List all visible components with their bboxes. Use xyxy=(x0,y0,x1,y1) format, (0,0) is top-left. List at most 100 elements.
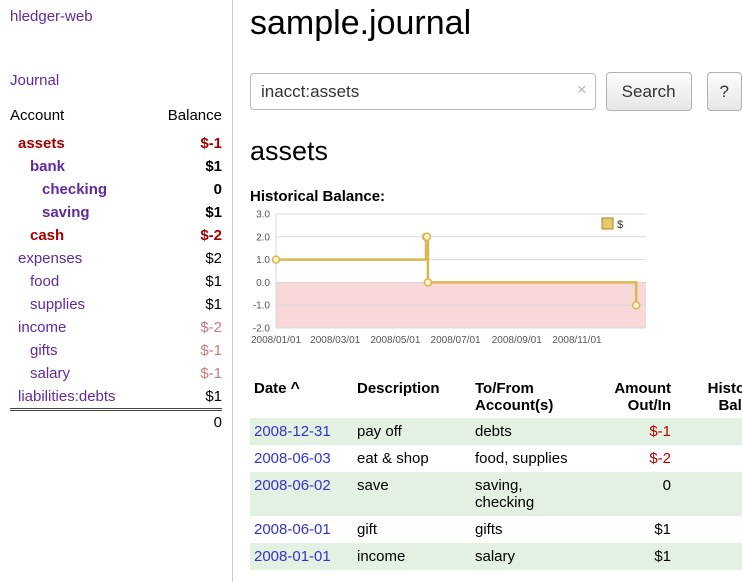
account-row: liabilities:debts$1 xyxy=(10,385,222,410)
transaction-description: income xyxy=(353,543,471,570)
transaction-date-link[interactable]: 2008-06-03 xyxy=(254,450,331,467)
chart-xtick-label: 2008/09/01 xyxy=(492,335,542,346)
chart-ytick-label: 2.0 xyxy=(256,232,270,243)
chart-ytick-label: 0.0 xyxy=(256,278,270,289)
register-table: Date^ Description To/From Account(s) Amo… xyxy=(250,376,742,570)
account-link[interactable]: checking xyxy=(42,181,107,198)
chart-ytick-label: -1.0 xyxy=(253,301,271,312)
transaction-date-link[interactable]: 2008-06-02 xyxy=(254,477,331,494)
account-row: supplies $1 xyxy=(10,293,222,316)
header-balance: Historical Balance xyxy=(675,376,742,418)
transaction-amount: $1 xyxy=(587,516,675,543)
accounts-total-value: 0 xyxy=(150,410,222,435)
chart-point-marker xyxy=(273,256,280,263)
transaction-accounts: gifts xyxy=(471,516,587,543)
account-link[interactable]: bank xyxy=(30,158,65,175)
account-balance: 0 xyxy=(150,178,222,201)
section-title: assets xyxy=(250,136,742,167)
account-row: cash $-2 xyxy=(10,224,222,247)
account-balance: $1 xyxy=(150,201,222,224)
legend-label: $ xyxy=(617,219,623,231)
legend-swatch xyxy=(602,218,613,229)
account-balance: $1 xyxy=(150,270,222,293)
account-row: food $1 xyxy=(10,270,222,293)
main-content: sample.journal × Search ? assets Histori… xyxy=(250,0,742,570)
chart-xtick-label: 2008/05/01 xyxy=(370,335,420,346)
account-balance: $1 xyxy=(150,293,222,316)
transaction-balance: $-1 xyxy=(675,418,742,445)
register-header-row: Date^ Description To/From Account(s) Amo… xyxy=(250,376,742,418)
account-row: bank$1 xyxy=(10,155,222,178)
accounts-header-row: Account Balance xyxy=(10,107,222,132)
transaction-date-link[interactable]: 2008-01-01 xyxy=(254,548,331,565)
account-link[interactable]: cash xyxy=(30,227,64,244)
account-link[interactable]: salary xyxy=(30,365,70,382)
balance-chart: 3.0 2.0 1.0 0.0 -1.0 -2.02008/01/01 2008/03/01… xyxy=(250,209,670,357)
account-link[interactable]: income xyxy=(18,319,66,336)
account-link[interactable]: food xyxy=(30,273,59,290)
transaction-accounts: food, supplies xyxy=(471,445,587,472)
search-box: × xyxy=(250,73,596,110)
chart-point-marker xyxy=(633,302,640,309)
accounts-table: Account Balance assets$-1bank$1checking0… xyxy=(10,107,222,434)
transaction-date-link[interactable]: 2008-12-31 xyxy=(254,423,331,440)
account-link[interactable]: assets xyxy=(18,135,65,152)
transaction-row: 2008-06-01 giftgifts$1$2 xyxy=(250,516,742,543)
header-description: Description xyxy=(353,376,471,418)
search-form: × Search ? xyxy=(250,72,742,111)
transaction-description: gift xyxy=(353,516,471,543)
search-input[interactable] xyxy=(250,73,596,110)
header-date[interactable]: Date^ xyxy=(250,376,353,418)
transaction-row: 2008-12-31pay offdebts$-1$-1 xyxy=(250,418,742,445)
search-button[interactable]: Search xyxy=(606,72,692,111)
chart-ytick-label: -2.0 xyxy=(253,324,271,335)
account-balance: $-2 xyxy=(150,316,222,339)
chart-xtick-label: 2008/03/01 xyxy=(310,335,360,346)
transaction-balance: $2 xyxy=(675,516,742,543)
account-row: gifts $-1 xyxy=(10,339,222,362)
transaction-balance: $1 xyxy=(675,543,742,570)
sidebar: hledger-web Journal Account Balance asse… xyxy=(0,0,233,582)
account-link[interactable]: gifts xyxy=(30,342,58,359)
account-row: expenses$2 xyxy=(10,247,222,270)
transaction-accounts: salary xyxy=(471,543,587,570)
account-link[interactable]: liabilities:debts xyxy=(18,388,116,405)
account-link[interactable]: supplies xyxy=(30,296,85,313)
accounts-header-balance: Balance xyxy=(150,107,222,132)
header-amount: Amount Out/In xyxy=(587,376,675,418)
transaction-amount: 0 xyxy=(587,472,675,516)
transaction-balance: $2 xyxy=(675,472,742,516)
chart-xtick-label: 2008/07/01 xyxy=(431,335,481,346)
transaction-amount: $1 xyxy=(587,543,675,570)
page-title: sample.journal xyxy=(250,4,742,43)
chart-ytick-label: 1.0 xyxy=(256,255,270,266)
chart-point-marker xyxy=(423,233,430,240)
header-accounts: To/From Account(s) xyxy=(471,376,587,418)
chart-xtick-label: 2008/01/01 xyxy=(251,335,301,346)
help-button[interactable]: ? xyxy=(707,72,742,111)
account-row: saving $1 xyxy=(10,201,222,224)
account-row: assets $-1 xyxy=(10,132,222,155)
chart-ytick-label: 3.0 xyxy=(256,210,270,221)
sort-ascending-icon: ^ xyxy=(291,380,300,397)
account-balance: $-1 xyxy=(150,132,222,155)
transaction-date-link[interactable]: 2008-06-01 xyxy=(254,521,331,538)
transaction-amount: $-1 xyxy=(587,418,675,445)
chart-point-marker xyxy=(424,279,431,286)
transaction-description: pay off xyxy=(353,418,471,445)
account-balance: $-2 xyxy=(150,224,222,247)
accounts-header-account: Account xyxy=(10,107,150,132)
account-link[interactable]: saving xyxy=(42,204,90,221)
transaction-row: 2008-06-02 savesaving, checking0$2 xyxy=(250,472,742,516)
transaction-description: eat & shop xyxy=(353,445,471,472)
transaction-amount: $-2 xyxy=(587,445,675,472)
accounts-total-row: 0 xyxy=(10,410,222,435)
transaction-description: save xyxy=(353,472,471,516)
app-title-link[interactable]: hledger-web xyxy=(10,8,93,25)
clear-search-icon[interactable]: × xyxy=(577,80,587,100)
sidebar-item-journal[interactable]: Journal xyxy=(10,72,222,89)
transaction-accounts: saving, checking xyxy=(471,472,587,516)
account-balance: $-1 xyxy=(150,339,222,362)
account-link[interactable]: expenses xyxy=(18,250,82,267)
transaction-row: 2008-01-01incomesalary$1$1 xyxy=(250,543,742,570)
